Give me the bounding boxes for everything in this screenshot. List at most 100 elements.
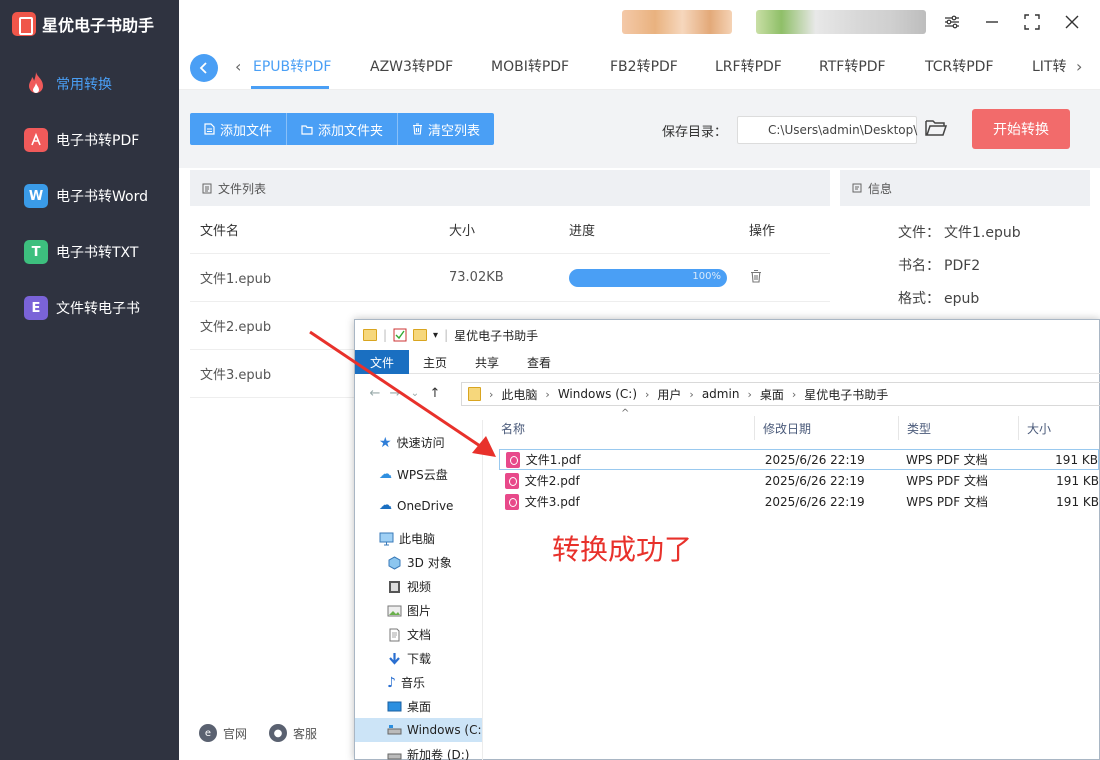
title-bar (179, 0, 1100, 44)
tab-tcr-to-pdf[interactable]: TCR转PDF (925, 56, 994, 76)
sidebar-item-ebook-to-pdf[interactable]: 电子书转PDF (0, 112, 179, 168)
sidebar: 星优电子书助手 常用转换 电子书转PDF W 电子书转Word T 电子书转TX… (0, 0, 179, 760)
tab-scroll-left-icon[interactable]: ‹ (235, 57, 241, 76)
nav-this-pc[interactable]: 此电脑 (379, 530, 435, 547)
tab-lrf-to-pdf[interactable]: LRF转PDF (715, 56, 782, 76)
nav-downloads[interactable]: 下载 (387, 650, 431, 667)
website-label: 官网 (223, 726, 248, 741)
tab-lit[interactable]: LIT转 (1032, 56, 1066, 76)
ribbon-tab-view[interactable]: 查看 (513, 350, 565, 374)
quick-access-dropdown-icon[interactable]: ▾ (433, 330, 438, 341)
chat-icon: ● (269, 724, 288, 742)
brand: 星优电子书助手 (12, 10, 154, 38)
active-tab-indicator (251, 86, 329, 89)
start-convert-button[interactable]: 开始转换 (972, 109, 1070, 149)
pdf-file-icon (505, 472, 519, 489)
nav-label: 桌面 (407, 700, 432, 714)
sidebar-item-common[interactable]: 常用转换 (0, 56, 179, 112)
nav-drive-d[interactable]: 新加卷 (D:) (387, 746, 469, 760)
file-name: 文件1.epub (200, 272, 272, 287)
word-icon: W (24, 184, 48, 208)
footer: e 官网 ● 客服 (199, 724, 317, 742)
browse-folder-icon[interactable] (925, 118, 949, 142)
folder-icon (363, 329, 377, 341)
sidebar-item-file-to-ebook[interactable]: E 文件转电子书 (0, 280, 179, 336)
tab-scroll-right-icon[interactable]: › (1076, 57, 1082, 76)
nav-wps-cloud[interactable]: ☁ WPS云盘 (379, 466, 448, 483)
nav-onedrive[interactable]: ☁ OneDrive (379, 498, 453, 513)
file-size: 191 KB (1056, 473, 1099, 488)
ribbon-tab-file[interactable]: 文件 (355, 350, 410, 374)
sidebar-item-ebook-to-txt[interactable]: T 电子书转TXT (0, 224, 179, 280)
support-label: 客服 (293, 726, 318, 741)
nav-label: 此电脑 (399, 532, 436, 546)
up-arrow-icon[interactable]: ↑ (425, 386, 445, 401)
file-type: WPS PDF 文档 (906, 495, 989, 509)
website-link[interactable]: e 官网 (199, 724, 247, 742)
breadcrumb-this-pc[interactable]: 此电脑 (501, 386, 537, 403)
add-folder-button[interactable]: 添加文件夹 (287, 113, 399, 145)
column-date[interactable]: 修改日期 (755, 416, 899, 440)
maximize-icon[interactable] (1022, 12, 1042, 32)
sort-indicator-icon: ^ (621, 408, 630, 419)
breadcrumb-desktop[interactable]: 桌面 (760, 386, 784, 403)
clear-list-button[interactable]: 清空列表 (398, 113, 494, 145)
txt-icon: T (24, 240, 48, 264)
nav-pictures[interactable]: 图片 (387, 602, 431, 619)
sidebar-item-label: 电子书转TXT (56, 245, 139, 261)
breadcrumb-drive-c[interactable]: Windows (C:) (558, 387, 637, 401)
recent-dropdown-icon[interactable]: ⌄ (405, 388, 425, 399)
explorer-title: 星优电子书助手 (454, 328, 539, 343)
column-type[interactable]: 类型 (899, 416, 1019, 440)
nav-quick-access[interactable]: ★ 快速访问 (379, 434, 445, 451)
download-icon (389, 652, 400, 665)
breadcrumb-users[interactable]: 用户 (657, 386, 681, 403)
breadcrumb-app-folder[interactable]: 星优电子书助手 (804, 386, 888, 403)
nav-music[interactable]: ♪ 音乐 (387, 674, 425, 691)
file-row[interactable]: 文件1.pdf 2025/6/26 22:19 WPS PDF 文档 191 K… (499, 449, 1099, 470)
back-arrow-icon[interactable]: ← (365, 386, 385, 401)
add-folder-label: 添加文件夹 (318, 123, 384, 139)
support-link[interactable]: ● 客服 (269, 724, 317, 742)
sidebar-item-ebook-to-word[interactable]: W 电子书转Word (0, 168, 179, 224)
ribbon-tab-home[interactable]: 主页 (409, 350, 461, 374)
tab-azw3-to-pdf[interactable]: AZW3转PDF (370, 56, 453, 76)
nav-label: 新加卷 (D:) (407, 748, 470, 760)
nav-label: 3D 对象 (407, 556, 452, 570)
info-file-label: 文件： (898, 225, 940, 241)
file-date: 2025/6/26 22:19 (764, 494, 865, 509)
pdf-file-icon (506, 451, 520, 468)
tab-fb2-to-pdf[interactable]: FB2转PDF (610, 56, 678, 76)
minimize-icon[interactable] (982, 12, 1002, 32)
ribbon-tab-share[interactable]: 共享 (461, 350, 513, 374)
nav-desktop[interactable]: 桌面 (387, 698, 431, 715)
tab-mobi-to-pdf[interactable]: MOBI转PDF (491, 56, 569, 76)
file-explorer-window: | ▾ | 星优电子书助手 文件 主页 共享 查看 ← → ⌄ ↑ › 此电脑 ›… (354, 319, 1100, 760)
back-button[interactable] (190, 54, 218, 82)
save-dir-input[interactable]: C:\Users\admin\Desktop\ (737, 116, 917, 144)
nav-drive-c[interactable]: Windows (C: (355, 718, 482, 742)
nav-label: WPS云盘 (397, 468, 448, 482)
nav-3d-objects[interactable]: 3D 对象 (387, 554, 452, 571)
address-bar[interactable]: › 此电脑 › Windows (C:) › 用户 › admin › 桌面 › 星优电子… (461, 382, 1100, 406)
column-size[interactable]: 大小 (1019, 416, 1100, 440)
table-row[interactable]: 文件1.epub 73.02KB 100% (190, 254, 830, 302)
settings-sliders-icon[interactable] (942, 12, 962, 32)
forward-arrow-icon[interactable]: → (385, 386, 405, 401)
breadcrumb-admin[interactable]: admin (702, 387, 740, 401)
nav-videos[interactable]: 视频 (387, 578, 431, 595)
new-folder-icon[interactable] (413, 329, 428, 341)
add-file-button[interactable]: 添加文件 (190, 113, 288, 145)
column-name[interactable]: 名称 (493, 416, 755, 440)
file-name: 文件2.pdf (524, 474, 580, 488)
delete-row-icon[interactable] (749, 269, 763, 283)
tab-epub-to-pdf[interactable]: EPUB转PDF (253, 56, 331, 76)
close-icon[interactable] (1062, 12, 1082, 32)
nav-label: Windows (C: (407, 723, 482, 737)
properties-icon[interactable] (393, 328, 407, 342)
tab-rtf-to-pdf[interactable]: RTF转PDF (819, 56, 886, 76)
progress-text: 100% (692, 270, 721, 282)
nav-documents[interactable]: 文档 (387, 626, 431, 643)
file-row[interactable]: 文件2.pdf 2025/6/26 22:19 WPS PDF 文档 191 K… (499, 470, 1099, 491)
file-row[interactable]: 文件3.pdf 2025/6/26 22:19 WPS PDF 文档 191 K… (499, 491, 1099, 512)
